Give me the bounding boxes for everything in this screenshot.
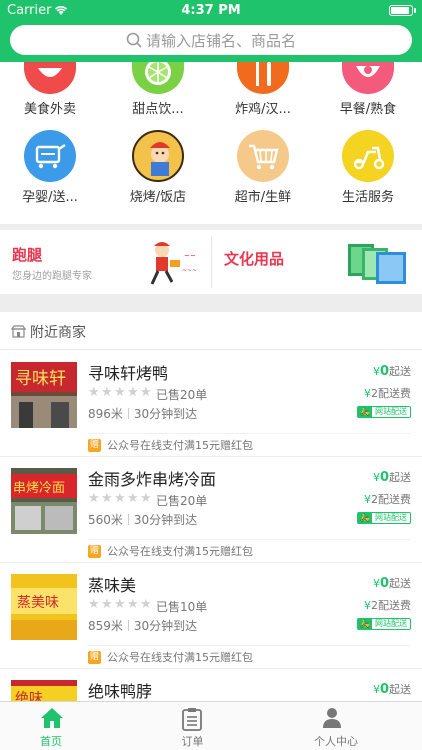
status-bar: Carrier 4:37 PM — [0, 0, 422, 22]
svg-text:蒸美味: 蒸美味 — [17, 595, 59, 611]
shop-meta: 859米 30分钟到达 — [88, 619, 198, 633]
section-divider — [0, 294, 422, 312]
category-bbq[interactable]: 烧烤/饭店 — [108, 130, 208, 205]
lime-icon — [132, 62, 184, 94]
delivery-fee: ¥2配送费 — [364, 599, 411, 612]
category-label: 孕婴/送... — [22, 190, 78, 205]
delivery-fee: ¥2配送费 — [364, 387, 411, 400]
shop-promo: 赠公众号在线支付满15元赠红包 — [88, 539, 410, 559]
nearby-header: 附近商家 — [0, 312, 422, 350]
sold-count: 已售20单 — [156, 388, 208, 402]
delivery-badge: 🛵 网站配送 — [357, 618, 411, 630]
svg-text:~~~: ~~~ — [182, 267, 197, 274]
category-label: 炸鸡/汉... — [235, 102, 291, 117]
nearby-title: 附近商家 — [30, 325, 86, 341]
shop-meta: 896米 30分钟到达 — [88, 407, 198, 421]
runner-icon: ~~ ~~~ — [150, 242, 197, 285]
chef-icon — [132, 130, 184, 182]
category-label: 生活服务 — [341, 190, 394, 205]
shop-meta: 560米 30分钟到达 — [88, 513, 198, 527]
svg-text:串烤冷面: 串烤冷面 — [13, 481, 65, 496]
category-life-service[interactable]: 生活服务 — [318, 130, 418, 205]
delivery-fee: ¥2配送费 — [364, 493, 411, 506]
shop-name: 绝味鸭脖 — [88, 682, 153, 701]
promo-title: 跑腿 — [12, 246, 43, 264]
promo-errand[interactable]: 跑腿 您身边的跑腿专家 ~~ ~~~ — [0, 230, 211, 294]
search-icon — [126, 32, 142, 48]
top-header: Carrier 4:37 PM 请输入店铺名、商品名 — [0, 0, 422, 62]
svg-text:寻味轩: 寻味轩 — [15, 369, 66, 389]
sold-count: 已售20单 — [156, 494, 208, 508]
shop-item[interactable]: 串烤冷面 金雨多炸串烤冷面 ★ ★ ★ ★ ★ 已售20单 560米 30分钟到达 ¥0起… — [0, 457, 422, 563]
delivery-badge: 🛵 网站配送 — [357, 512, 411, 524]
min-order: ¥0起送 — [372, 576, 411, 591]
bowl-icon — [24, 62, 76, 94]
rating-stars: ★ ★ ★ ★ ★ — [88, 385, 152, 400]
tab-orders[interactable]: 订单 — [141, 702, 281, 750]
search-placeholder: 请输入店铺名、商品名 — [145, 31, 296, 50]
tab-profile[interactable]: 个人中心 — [282, 702, 422, 750]
promo-title: 文化用品 — [224, 250, 285, 268]
svg-text:~~: ~~ — [184, 252, 196, 260]
min-order: ¥0起送 — [372, 682, 411, 697]
battery-icon — [389, 5, 416, 16]
shop-name: 蒸味美 — [88, 576, 137, 595]
category-desserts[interactable]: 甜点饮... — [108, 62, 208, 117]
tab-label: 订单 — [181, 735, 204, 748]
promo-stationery[interactable]: 文化用品 — [212, 230, 422, 294]
category-label: 美食外卖 — [23, 102, 76, 117]
shop-name: 金雨多炸串烤冷面 — [88, 470, 217, 489]
category-label: 超市/生鲜 — [234, 190, 292, 205]
category-grid: 美食外卖 甜点饮... 炸鸡/汉... 早餐/熟食 孕婴/送... 烧烤/饭店 … — [0, 62, 422, 224]
shop-thumbnail: 串烤冷面 — [11, 468, 77, 534]
category-label: 烧烤/饭店 — [129, 190, 187, 205]
category-maternity[interactable]: 孕婴/送... — [0, 130, 100, 205]
tab-label: 首页 — [40, 735, 62, 748]
fork-knife-icon — [237, 62, 289, 94]
category-label: 甜点饮... — [132, 102, 184, 117]
shop-name: 寻味轩烤鸭 — [88, 364, 169, 383]
min-order: ¥0起送 — [372, 364, 411, 379]
shop-item[interactable]: 蒸美味 蒸味美 ★ ★ ★ ★ ★ 已售10单 859米 30分钟到达 ¥0起送 ¥2配送… — [0, 563, 422, 669]
cart-icon — [24, 130, 76, 182]
rating-stars: ★ ★ ★ ★ ★ — [88, 491, 152, 506]
delivery-badge: 🛵 网站配送 — [357, 406, 411, 418]
shop-promo: 赠公众号在线支付满15元赠红包 — [88, 433, 410, 453]
home-icon — [41, 708, 63, 728]
promo-banner: 跑腿 您身边的跑腿专家 ~~ ~~~ 文化用品 — [0, 230, 422, 294]
category-food-delivery[interactable]: 美食外卖 — [0, 62, 100, 117]
tab-home[interactable]: 首页 — [0, 702, 140, 750]
user-icon — [323, 708, 341, 728]
scooter-icon — [342, 130, 394, 182]
search-bar[interactable]: 请输入店铺名、商品名 — [10, 25, 412, 55]
shop-thumbnail: 寻味轩 — [11, 362, 77, 428]
store-icon — [11, 325, 26, 338]
bottom-tab-bar: 首页 订单 个人中心 — [0, 701, 422, 750]
promo-subtitle: 您身边的跑腿专家 — [12, 271, 92, 282]
category-fried-chicken[interactable]: 炸鸡/汉... — [213, 62, 313, 117]
rating-stars: ★ ★ ★ ★ ★ — [88, 597, 152, 612]
app-screen: Carrier 4:37 PM 请输入店铺名、商品名 美食外卖 甜点饮... 炸… — [0, 0, 422, 750]
shop-thumbnail: 蒸美味 — [11, 574, 77, 640]
category-breakfast[interactable]: 早餐/熟食 — [318, 62, 418, 117]
sold-count: 已售10单 — [156, 600, 208, 614]
breakfast-icon — [342, 62, 394, 94]
books-icon — [348, 244, 406, 284]
shop-item[interactable]: 寻味轩 寻味轩烤鸭 ★ ★ ★ ★ ★ 已售20单 896米 30分钟到达 ¥0起送 ¥2… — [0, 351, 422, 457]
shopping-cart-icon — [237, 130, 289, 182]
shop-promo: 赠公众号在线支付满15元赠红包 — [88, 645, 410, 665]
tab-label: 个人中心 — [314, 735, 358, 748]
order-list-icon — [182, 708, 202, 731]
category-label: 早餐/熟食 — [339, 102, 397, 117]
min-order: ¥0起送 — [372, 470, 411, 485]
category-supermarket[interactable]: 超市/生鲜 — [213, 130, 313, 205]
status-time: 4:37 PM — [181, 3, 241, 18]
